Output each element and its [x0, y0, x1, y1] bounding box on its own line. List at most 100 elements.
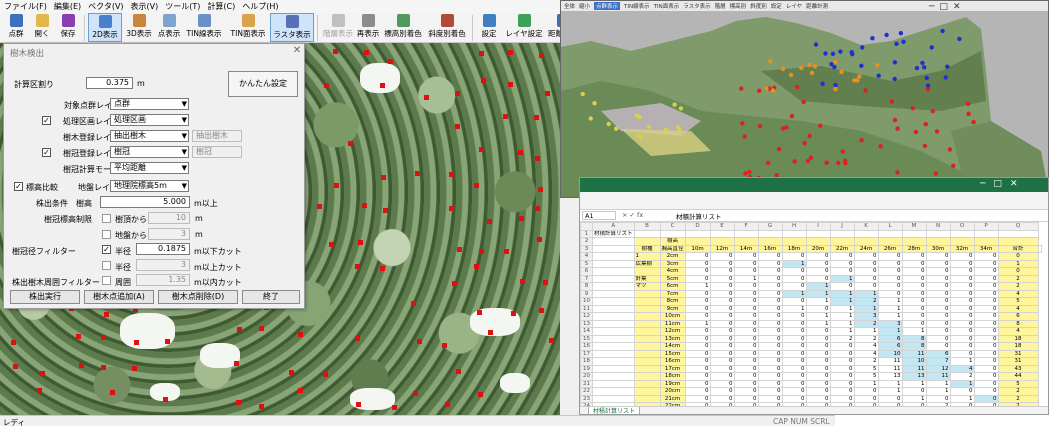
grid-cell[interactable]: 9cm	[659, 304, 686, 313]
row-number[interactable]: 3	[580, 244, 593, 253]
tree-top-marker[interactable]	[236, 400, 241, 405]
grid-cell[interactable]: 0	[925, 342, 951, 351]
grid-cell[interactable]: 11	[901, 349, 927, 358]
tree-top-marker[interactable]	[392, 405, 397, 410]
grid-cell[interactable]: 0	[805, 394, 831, 403]
grid-cell[interactable]: 1	[829, 312, 855, 321]
tree-top-marker[interactable]	[474, 264, 479, 269]
tree-top-marker[interactable]	[487, 219, 492, 224]
grid-cell[interactable]: 0	[973, 267, 999, 276]
tree-top-marker[interactable]	[539, 53, 544, 58]
tree-top-marker[interactable]	[534, 115, 539, 120]
grid-cell[interactable]: 0	[901, 304, 927, 313]
diameter-input[interactable]: 3	[136, 259, 190, 271]
grid-cell[interactable]: 6	[997, 312, 1039, 321]
grid-cell[interactable]: 0	[781, 372, 807, 381]
column-header[interactable]: F	[733, 222, 759, 231]
maximize-icon[interactable]: □	[993, 179, 1002, 189]
grid-cell[interactable]	[829, 229, 855, 238]
grid-cell[interactable]: 0	[901, 252, 927, 261]
grid-cell[interactable]: 1	[733, 274, 759, 283]
grid-cell[interactable]: 0	[949, 289, 975, 298]
grid-cell[interactable]: 1	[829, 319, 855, 328]
grid-cell[interactable]: 0	[733, 349, 759, 358]
grid-cell[interactable]: 1	[853, 379, 879, 388]
grid-cell[interactable]: 2	[997, 387, 1039, 396]
tree-top-marker[interactable]	[13, 364, 18, 369]
crown-register-checkbox[interactable]: ✓	[42, 148, 51, 157]
grid-cell[interactable]: 1	[877, 304, 903, 313]
column-title[interactable]: 12m	[709, 244, 735, 253]
grid-cell[interactable]: 13	[877, 372, 903, 381]
viewer-tab[interactable]: 標高別	[730, 2, 747, 10]
tree-top-marker[interactable]	[355, 336, 360, 341]
column-title[interactable]: 24m	[853, 244, 879, 253]
delete-tree-point-button[interactable]: 樹木点削除(D)	[158, 290, 238, 304]
grid-cell[interactable]: 3cm	[659, 259, 686, 268]
grid-cell[interactable]: 0	[973, 259, 999, 268]
grid-cell[interactable]: 0	[877, 267, 903, 276]
grid-cell[interactable]	[592, 342, 635, 351]
grid-cell[interactable]: 0	[901, 312, 927, 321]
grid-cell[interactable]	[633, 387, 661, 396]
grid-cell[interactable]: 0	[973, 274, 999, 283]
tree-top-marker[interactable]	[457, 247, 462, 252]
grid-cell[interactable]: 5	[997, 379, 1039, 388]
grid-cell[interactable]: 1	[877, 312, 903, 321]
toolbar-button[interactable]: 標高別着色	[381, 13, 425, 42]
viewer-tab[interactable]: ラスタ表示	[683, 2, 710, 10]
grid-cell[interactable]: 11	[925, 372, 951, 381]
grid-cell[interactable]: 1	[781, 259, 807, 268]
grid-cell[interactable]: 0	[684, 327, 711, 336]
grid-cell[interactable]: 材積計算リスト	[592, 229, 635, 238]
ground-from-input[interactable]: 3	[148, 228, 190, 240]
column-header[interactable]: E	[709, 222, 735, 231]
close-icon[interactable]: ✕	[291, 45, 303, 57]
grid-cell[interactable]: 0	[781, 364, 807, 373]
toolbar-button[interactable]: 保存	[55, 13, 81, 42]
tree-top-marker[interactable]	[449, 206, 454, 211]
tree-top-marker[interactable]	[488, 330, 493, 335]
grid-cell[interactable]: 1	[901, 379, 927, 388]
grid-cell[interactable]: 0	[709, 319, 735, 328]
grid-cell[interactable]: 13	[901, 372, 927, 381]
grid-cell[interactable]: 針葉	[633, 274, 661, 283]
grid-cell[interactable]	[592, 349, 635, 358]
grid-cell[interactable]: 0	[877, 274, 903, 283]
crown-register-select[interactable]: 樹冠 ▼	[110, 146, 189, 158]
run-detection-button[interactable]: 株出実行	[10, 290, 80, 304]
grid-cell[interactable]: 0	[709, 327, 735, 336]
tree-top-marker[interactable]	[474, 183, 479, 188]
tree-top-marker[interactable]	[449, 172, 454, 177]
toolbar-button[interactable]: TIN線表示	[182, 13, 226, 42]
tree-top-marker[interactable]	[417, 339, 422, 344]
grid-cell[interactable]: 1	[949, 357, 975, 366]
perimeter-checkbox[interactable]	[102, 276, 111, 285]
grid-cell[interactable]	[592, 364, 635, 373]
grid-cell[interactable]: 0	[829, 357, 855, 366]
tree-top-marker[interactable]	[329, 242, 334, 247]
grid-cell[interactable]: 0	[684, 342, 711, 351]
viewer-tab[interactable]: レイヤ	[786, 2, 802, 10]
grid-cell[interactable]: 0	[781, 267, 807, 276]
grid-cell[interactable]	[973, 229, 999, 238]
elevation-compare-checkbox[interactable]: ✓	[14, 182, 23, 191]
column-header[interactable]	[580, 222, 593, 231]
row-number[interactable]: 4	[580, 252, 593, 261]
tree-top-marker[interactable]	[549, 338, 554, 343]
grid-cell[interactable]	[997, 229, 1039, 238]
grid-cell[interactable]: 0	[781, 282, 807, 291]
grid-cell[interactable]: 0	[757, 289, 783, 298]
grid-cell[interactable]: 0	[973, 342, 999, 351]
grid-cell[interactable]: 0	[733, 319, 759, 328]
grid-cell[interactable]: 0	[949, 342, 975, 351]
grid-cell[interactable]: 1	[949, 394, 975, 403]
grid-cell[interactable]	[633, 289, 661, 298]
grid-cell[interactable]: 1	[633, 252, 661, 261]
tree-top-marker[interactable]	[519, 216, 524, 221]
grid-cell[interactable]: 0	[684, 259, 711, 268]
tree-top-marker[interactable]	[537, 237, 542, 242]
tree-top-marker[interactable]	[298, 332, 303, 337]
grid-cell[interactable]: 0	[853, 394, 879, 403]
column-header[interactable]: A	[592, 222, 635, 231]
